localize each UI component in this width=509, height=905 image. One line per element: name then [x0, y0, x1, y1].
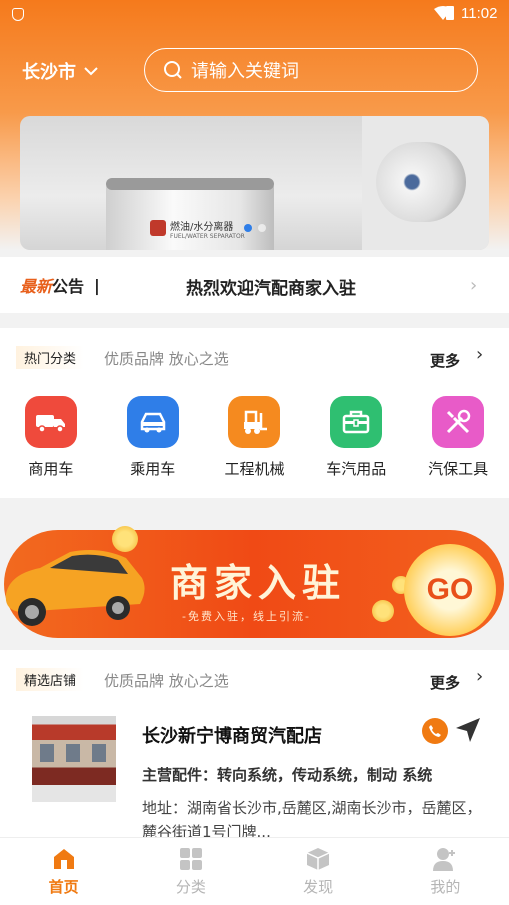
announcement-tag-label: 公告	[52, 277, 85, 296]
announcement-tag: 最新公告	[20, 273, 84, 297]
truck-icon	[24, 396, 77, 448]
category-commercial-vehicle[interactable]: 商用车	[0, 396, 102, 479]
hot-categories-more-link[interactable]: 更多	[430, 350, 460, 371]
city-selector[interactable]: 长沙市	[22, 58, 98, 84]
navigation-arrow-icon[interactable]	[454, 716, 482, 744]
tab-profile[interactable]: 我的	[382, 838, 509, 905]
chevron-right-icon: ›	[470, 275, 478, 296]
category-engineering-machinery[interactable]: 工程机械	[204, 396, 306, 479]
bottom-tab-bar: 首页 分类 发现 我的	[0, 837, 509, 905]
product-label: 燃油/水分离器	[170, 222, 234, 233]
search-placeholder: 请输入关键词	[191, 61, 299, 82]
status-time: 11:02	[461, 5, 498, 22]
car-icon	[126, 396, 179, 448]
merchant-join-banner[interactable]: 商家入驻 -免费入驻，线上引流- GO	[0, 512, 509, 650]
hot-categories-tag: 热门分类	[16, 346, 85, 369]
category-label: 汽保工具	[428, 460, 489, 478]
featured-shops-header: 精选店铺 优质品牌 放心之选 更多 ›	[0, 650, 509, 706]
car-image	[5, 550, 145, 626]
tab-discover[interactable]: 发现	[255, 838, 382, 905]
toolbox-icon	[330, 396, 383, 448]
go-button[interactable]: GO	[404, 544, 496, 636]
fuel-filter-cap	[106, 178, 274, 190]
shield-icon	[12, 8, 24, 21]
featured-shops-tag: 精选店铺	[16, 668, 85, 691]
category-label: 乘用车	[130, 460, 176, 478]
carousel-dot[interactable]	[258, 224, 266, 232]
hot-categories-section: 热门分类 优质品牌 放心之选 更多 › 商用车 乘用车 工程机械 车汽用品 汽保…	[0, 328, 509, 498]
category-label: 工程机械	[224, 460, 285, 478]
tab-label: 分类	[175, 878, 206, 896]
home-icon	[53, 849, 74, 869]
shop-photo	[32, 716, 116, 802]
featured-shops-section: 精选店铺 优质品牌 放心之选 更多 › 长沙新宁博商贸汽配店 主营配件：转向系统…	[0, 650, 509, 841]
shop-photo-window	[92, 744, 106, 762]
shop-name: 长沙新宁博商贸汽配店	[142, 726, 322, 747]
carousel-dots	[244, 224, 266, 232]
tab-label: 首页	[48, 878, 79, 896]
shop-photo-window	[66, 744, 80, 762]
tab-label: 我的	[430, 878, 461, 896]
search-input[interactable]: 请输入关键词	[144, 48, 478, 92]
category-maintenance-tools[interactable]: 汽保工具	[407, 396, 509, 479]
category-list: 商用车 乘用车 工程机械 车汽用品 汽保工具	[0, 396, 509, 479]
category-label: 车汽用品	[326, 460, 387, 478]
hot-categories-header: 热门分类 优质品牌 放心之选 更多 ›	[0, 328, 509, 384]
category-car-supplies[interactable]: 车汽用品	[305, 396, 407, 479]
category-label: 商用车	[28, 460, 74, 478]
shop-card[interactable]: 长沙新宁博商贸汽配店 主营配件：转向系统，传动系统，制动 系统 地址：湖南省长沙…	[0, 708, 509, 841]
announcement-text: 热烈欢迎汽配商家入驻	[186, 279, 356, 299]
chevron-right-icon[interactable]: ›	[476, 666, 483, 687]
featured-shops-subtitle: 优质品牌 放心之选	[104, 672, 229, 690]
category-passenger-car[interactable]: 乘用车	[102, 396, 204, 479]
hot-categories-subtitle: 优质品牌 放心之选	[104, 350, 229, 368]
promo-subtitle: -免费入驻，线上引流-	[182, 610, 311, 623]
forklift-icon	[228, 396, 281, 448]
announcement-separator: |	[94, 275, 100, 295]
cube-icon	[306, 848, 330, 870]
battery-icon	[446, 6, 454, 20]
shop-photo-window	[40, 744, 54, 762]
tab-home[interactable]: 首页	[0, 838, 127, 905]
chevron-down-icon	[84, 67, 98, 76]
city-label: 长沙市	[22, 62, 76, 83]
person-icon	[433, 848, 456, 871]
tools-icon	[432, 396, 485, 448]
announcement-bar[interactable]: 最新公告 | 热烈欢迎汽配商家入驻 ›	[0, 257, 509, 313]
phone-icon[interactable]	[422, 718, 448, 744]
grid-icon	[179, 848, 202, 870]
tab-category[interactable]: 分类	[127, 838, 254, 905]
status-bar: 11:02	[0, 0, 509, 30]
search-icon	[164, 61, 182, 79]
filter-side-can	[376, 142, 466, 222]
announcement-tag-latest: 最新	[20, 277, 53, 296]
carousel-dot-active[interactable]	[244, 224, 252, 232]
tab-label: 发现	[303, 878, 334, 896]
go-button-label: GO	[426, 573, 474, 606]
product-sublabel: FUEL/WATER SEPARATOR	[170, 233, 245, 240]
chevron-right-icon[interactable]: ›	[476, 344, 483, 365]
promo-title: 商家入驻	[170, 561, 347, 605]
banner-carousel[interactable]: 燃油/水分离器 FUEL/WATER SEPARATOR	[20, 116, 489, 250]
coin-icon	[372, 600, 394, 622]
featured-shops-more-link[interactable]: 更多	[430, 672, 460, 693]
brand-logo-icon	[150, 220, 166, 236]
shop-main-parts: 主营配件：转向系统，传动系统，制动 系统	[142, 766, 433, 784]
